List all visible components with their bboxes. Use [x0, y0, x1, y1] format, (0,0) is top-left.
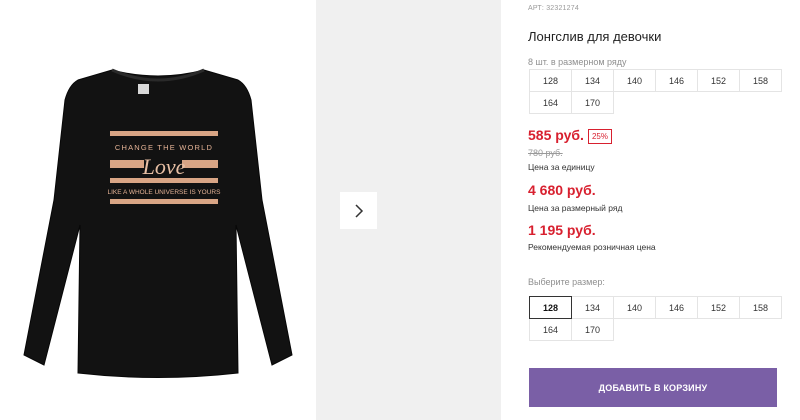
pack-size-cell: 170	[571, 91, 614, 114]
pack-size-cell: 134	[571, 69, 614, 92]
discount-badge: 25%	[588, 129, 612, 144]
size-option-140[interactable]: 140	[613, 296, 656, 319]
size-option-146[interactable]: 146	[655, 296, 698, 319]
chevron-right-icon	[354, 203, 363, 218]
size-option-134[interactable]: 134	[571, 296, 614, 319]
pack-size-cell: 164	[529, 91, 572, 114]
product-info: АРТ: 32321274 Лонгслив для девочки 8 шт.…	[528, 0, 788, 420]
unit-price: 585 руб.	[528, 127, 584, 143]
pack-size-cell: 158	[739, 69, 782, 92]
product-title: Лонгслив для девочки	[528, 29, 662, 44]
product-image-area: CHANGE THE WORLD Love LIKE A WHOLE UNIVE…	[0, 0, 316, 420]
print-line-bottom: LIKE A WHOLE UNIVERSE IS YOURS	[108, 189, 222, 196]
size-option-158[interactable]: 158	[739, 296, 782, 319]
pack-label: 8 шт. в размерном ряду	[528, 57, 627, 67]
size-option-152[interactable]: 152	[697, 296, 740, 319]
recommended-retail-price: 1 195 руб.	[528, 222, 596, 238]
pack-size-cell: 146	[655, 69, 698, 92]
size-option-164[interactable]: 164	[529, 318, 572, 341]
unit-price-label: Цена за единицу	[528, 162, 595, 172]
product-image: CHANGE THE WORLD Love LIKE A WHOLE UNIVE…	[23, 68, 293, 378]
recommended-retail-price-label: Рекомендуемая розничная цена	[528, 242, 656, 252]
longsleeve-shape	[23, 69, 293, 378]
size-selector: 128 134 140 146 152 158 164 170	[529, 296, 782, 341]
pack-size-cell: 152	[697, 69, 740, 92]
pack-price: 4 680 руб.	[528, 182, 596, 198]
choose-size-label: Выберите размер:	[528, 277, 605, 287]
pack-size-cell: 128	[529, 69, 572, 92]
pack-price-label: Цена за размерный ряд	[528, 203, 623, 213]
article-number: АРТ: 32321274	[528, 5, 579, 12]
size-option-128[interactable]: 128	[529, 296, 572, 319]
pack-size-cell: 140	[613, 69, 656, 92]
print-word: Love	[142, 154, 186, 179]
add-to-cart-button[interactable]: ДОБАВИТЬ В КОРЗИНУ	[529, 368, 777, 407]
size-option-170[interactable]: 170	[571, 318, 614, 341]
old-price: 780 руб.	[528, 148, 563, 158]
gallery-next-button[interactable]	[340, 192, 377, 229]
pack-size-grid: 128 134 140 146 152 158 164 170	[529, 69, 782, 114]
print-line-top: CHANGE THE WORLD	[115, 143, 213, 152]
